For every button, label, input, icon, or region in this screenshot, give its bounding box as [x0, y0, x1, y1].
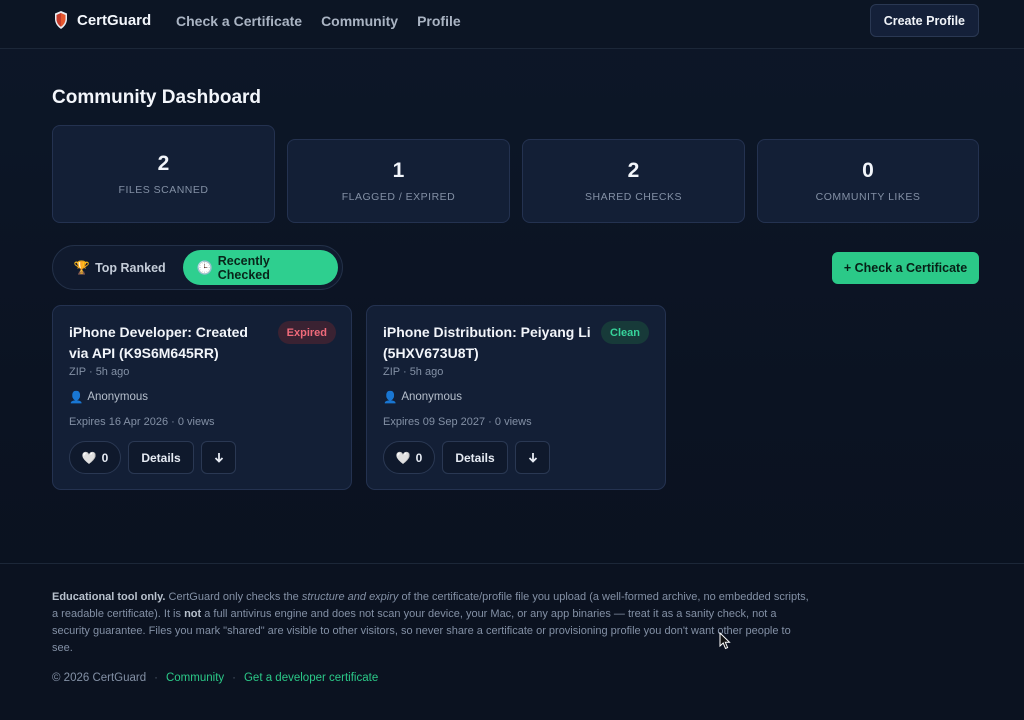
footer-link-community[interactable]: Community [166, 672, 224, 684]
tab-top-ranked[interactable]: 🏆 Top Ranked [57, 250, 183, 285]
stat-label: FILES SCANNED [118, 184, 209, 196]
stat-value: 2 [627, 159, 640, 182]
card-title[interactable]: iPhone Distribution: Peiyang Li (5HXV673… [383, 322, 598, 364]
card-title[interactable]: iPhone Developer: Created via API (K9S6M… [69, 322, 269, 364]
status-badge: Clean [601, 321, 649, 344]
like-button[interactable]: 🤍 0 [69, 441, 121, 474]
footer: Educational tool only. CertGuard only ch… [0, 563, 1024, 720]
disclaimer: Educational tool only. CertGuard only ch… [52, 589, 812, 657]
stat-community-likes: 0 COMMUNITY LIKES [757, 139, 979, 223]
heart-icon: 🤍 [395, 450, 411, 465]
brand-name: CertGuard [77, 11, 152, 29]
clock-icon: 🕒 [196, 259, 213, 275]
footer-link-developer-certificate[interactable]: Get a developer certificate [244, 672, 378, 684]
card-owner: 👤 Anonymous [69, 390, 148, 404]
details-button[interactable]: Details [128, 441, 194, 474]
certificate-card: iPhone Distribution: Peiyang Li (5HXV673… [366, 305, 666, 490]
separator: · [154, 672, 158, 684]
tab-label: Recently Checked [217, 253, 270, 282]
status-badge: Expired [277, 321, 336, 344]
stat-label: COMMUNITY LIKES [815, 191, 921, 203]
disclaimer-emphasis: structure and expiry [301, 591, 399, 603]
user-icon: 👤 [383, 392, 398, 404]
brand[interactable]: CertGuard [53, 10, 151, 30]
details-button[interactable]: Details [442, 441, 508, 474]
like-count: 0 [415, 450, 423, 465]
card-expiry: Expires 16 Apr 2026 · 0 views [69, 416, 215, 428]
ranking-tabs: 🏆 Top Ranked 🕒 Recently Checked [52, 245, 343, 290]
download-button[interactable] [515, 441, 550, 474]
stat-value: 2 [157, 152, 170, 175]
certificate-card: iPhone Developer: Created via API (K9S6M… [52, 305, 352, 490]
card-owner: 👤 Anonymous [383, 390, 462, 404]
stat-label: SHARED CHECKS [585, 191, 682, 203]
owner-name: Anonymous [87, 391, 149, 403]
nav-link-profile[interactable]: Profile [417, 13, 461, 29]
tab-label: Top Ranked [95, 260, 166, 275]
disclaimer-not: not [184, 608, 202, 620]
mouse-cursor-icon [719, 632, 731, 650]
separator: · [232, 672, 236, 684]
user-icon: 👤 [69, 392, 84, 404]
like-count: 0 [101, 450, 109, 465]
page-title: Community Dashboard [52, 87, 262, 108]
download-icon [214, 452, 223, 463]
card-expiry: Expires 09 Sep 2027 · 0 views [383, 416, 532, 428]
stat-files-scanned: 2 FILES SCANNED [52, 125, 275, 223]
stat-value: 1 [392, 159, 405, 182]
stat-label: FLAGGED / EXPIRED [341, 191, 456, 203]
nav-link-community[interactable]: Community [321, 13, 398, 29]
owner-name: Anonymous [401, 391, 463, 403]
download-icon [528, 452, 537, 463]
card-meta: ZIP · 5h ago [383, 366, 444, 378]
heart-icon: 🤍 [81, 450, 97, 465]
card-meta: ZIP · 5h ago [69, 366, 130, 378]
copyright: © 2026 CertGuard [52, 672, 147, 684]
trophy-icon: 🏆 [73, 259, 91, 275]
create-profile-button[interactable]: Create Profile [869, 4, 979, 37]
check-certificate-button[interactable]: + Check a Certificate [832, 252, 979, 284]
disclaimer-bold: Educational tool only. [52, 591, 166, 603]
download-button[interactable] [201, 441, 236, 474]
top-nav: CertGuard Check a Certificate Community … [0, 0, 1024, 49]
nav-link-check-certificate[interactable]: Check a Certificate [176, 13, 302, 29]
like-button[interactable]: 🤍 0 [383, 441, 435, 474]
stat-flagged-expired: 1 FLAGGED / EXPIRED [287, 139, 510, 223]
disclaimer-text: CertGuard only checks the [165, 591, 302, 603]
tab-recently-checked[interactable]: 🕒 Recently Checked [182, 250, 338, 285]
stat-shared-checks: 2 SHARED CHECKS [522, 139, 745, 223]
shield-logo-icon [55, 11, 67, 29]
stat-value: 0 [862, 159, 874, 182]
